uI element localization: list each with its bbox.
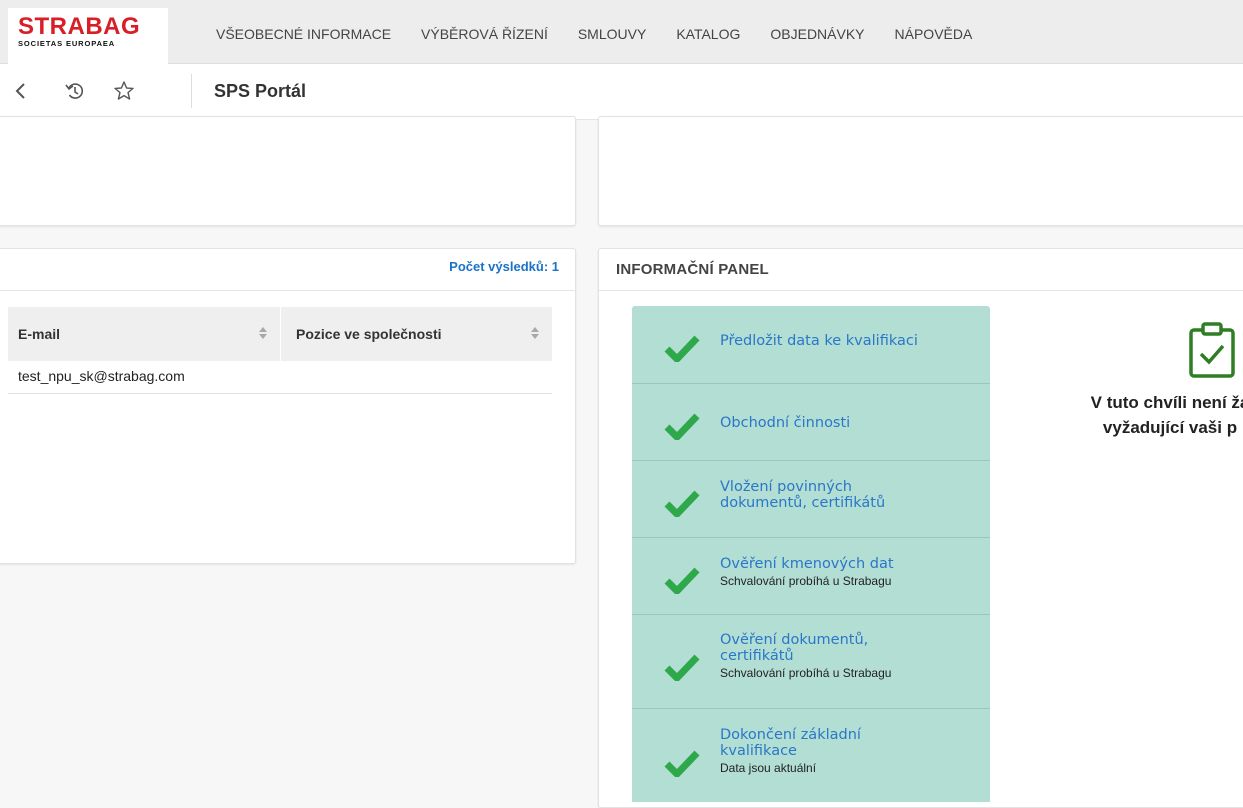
step-label: Předložit data ke kvalifikaci: [720, 333, 918, 349]
step-label: Obchodní činnosti: [720, 415, 851, 431]
shell-bar-divider: [191, 74, 192, 108]
qualification-steps: Předložit data ke kvalifikaci Obchodní č…: [632, 306, 990, 802]
step-mandatory-documents[interactable]: Vložení povinných dokumentů, certifikátů: [632, 461, 990, 538]
main-menu: VŠEOBECNÉ INFORMACE VÝBĚROVÁ ŘÍZENÍ SMLO…: [216, 26, 972, 42]
step-label-line2: kvalifikace: [720, 743, 797, 759]
upper-left-card: [0, 116, 576, 226]
history-icon[interactable]: [62, 78, 88, 104]
logo-tagline: SOCIETAS EUROPAEA: [18, 39, 116, 48]
step-master-data-verification[interactable]: Ověření kmenových dat Schvalování probíh…: [632, 538, 990, 615]
upper-right-card: [598, 116, 1243, 226]
notice-line1: V tuto chvíli není ža: [1090, 393, 1243, 412]
step-status: Data jsou aktuální: [720, 761, 817, 775]
sort-icon[interactable]: [258, 326, 268, 340]
column-header-label: E-mail: [18, 326, 61, 342]
step-document-verification[interactable]: Ověření dokumentů, certifikátů Schvalová…: [632, 615, 990, 709]
nav-item-general-info[interactable]: VŠEOBECNÉ INFORMACE: [216, 26, 391, 42]
check-icon: [664, 413, 700, 440]
contacts-card: Počet výsledků: 1: [0, 248, 576, 564]
step-label-line2: certifikátů: [720, 648, 794, 664]
page-title: SPS Portál: [214, 81, 307, 101]
nav-item-orders[interactable]: OBJEDNÁVKY: [770, 26, 864, 42]
cell-email: test_npu_sk@strabag.com: [18, 368, 185, 384]
step-status: Schvalování probíhá u Strabagu: [720, 666, 892, 680]
step-label-line1: Vložení povinných: [720, 479, 852, 495]
notice-line2: vyžadující vaši p: [1102, 418, 1238, 437]
nav-item-help[interactable]: NÁPOVĚDA: [895, 26, 973, 42]
results-count[interactable]: Počet výsledků: 1: [449, 259, 559, 274]
top-navigation: STRABAG SOCIETAS EUROPAEA VŠEOBECNÉ INFO…: [0, 0, 1243, 64]
check-icon: [664, 567, 700, 594]
check-icon: [664, 335, 700, 362]
column-header-label: Pozice ve společnosti: [296, 326, 442, 342]
sort-icon[interactable]: [530, 326, 540, 340]
column-header-position[interactable]: Pozice ve společnosti: [281, 307, 552, 361]
nav-item-tenders[interactable]: VÝBĚROVÁ ŘÍZENÍ: [421, 26, 548, 42]
nav-item-catalog[interactable]: KATALOG: [676, 26, 740, 42]
strabag-logo[interactable]: STRABAG SOCIETAS EUROPAEA: [8, 8, 168, 64]
clipboard-check-icon: [1189, 322, 1235, 378]
step-label-line2: dokumentů, certifikátů: [720, 495, 886, 511]
no-task-notice: V tuto chvíli není ža vyžadující vaši p: [1040, 390, 1243, 440]
panel-title: INFORMAČNÍ PANEL: [616, 261, 769, 278]
logo-wordmark: STRABAG: [18, 13, 141, 40]
step-status: Schvalování probíhá u Strabagu: [720, 574, 892, 588]
step-label-line1: Ověření dokumentů,: [720, 632, 869, 648]
step-business-activities[interactable]: Obchodní činnosti: [632, 384, 990, 461]
card-header-divider: [0, 290, 575, 291]
check-icon: [664, 490, 700, 517]
favorite-star-icon[interactable]: [111, 78, 137, 104]
step-label-line1: Dokončení základní: [720, 727, 861, 743]
table-header: E-mail Pozice ve společnosti: [8, 307, 552, 361]
back-icon[interactable]: [8, 78, 34, 104]
panel-header-divider: [599, 290, 1243, 291]
shell-bar: SPS Portál: [0, 64, 1243, 120]
table-row[interactable]: test_npu_sk@strabag.com: [8, 362, 552, 394]
nav-item-contracts[interactable]: SMLOUVY: [578, 26, 646, 42]
step-submit-data[interactable]: Předložit data ke kvalifikaci: [632, 306, 990, 384]
check-icon: [664, 654, 700, 681]
step-label: Ověření kmenových dat: [720, 556, 894, 572]
column-header-email[interactable]: E-mail: [8, 307, 281, 361]
step-basic-qualification[interactable]: Dokončení základní kvalifikace Data jsou…: [632, 709, 990, 802]
check-icon: [664, 750, 700, 777]
